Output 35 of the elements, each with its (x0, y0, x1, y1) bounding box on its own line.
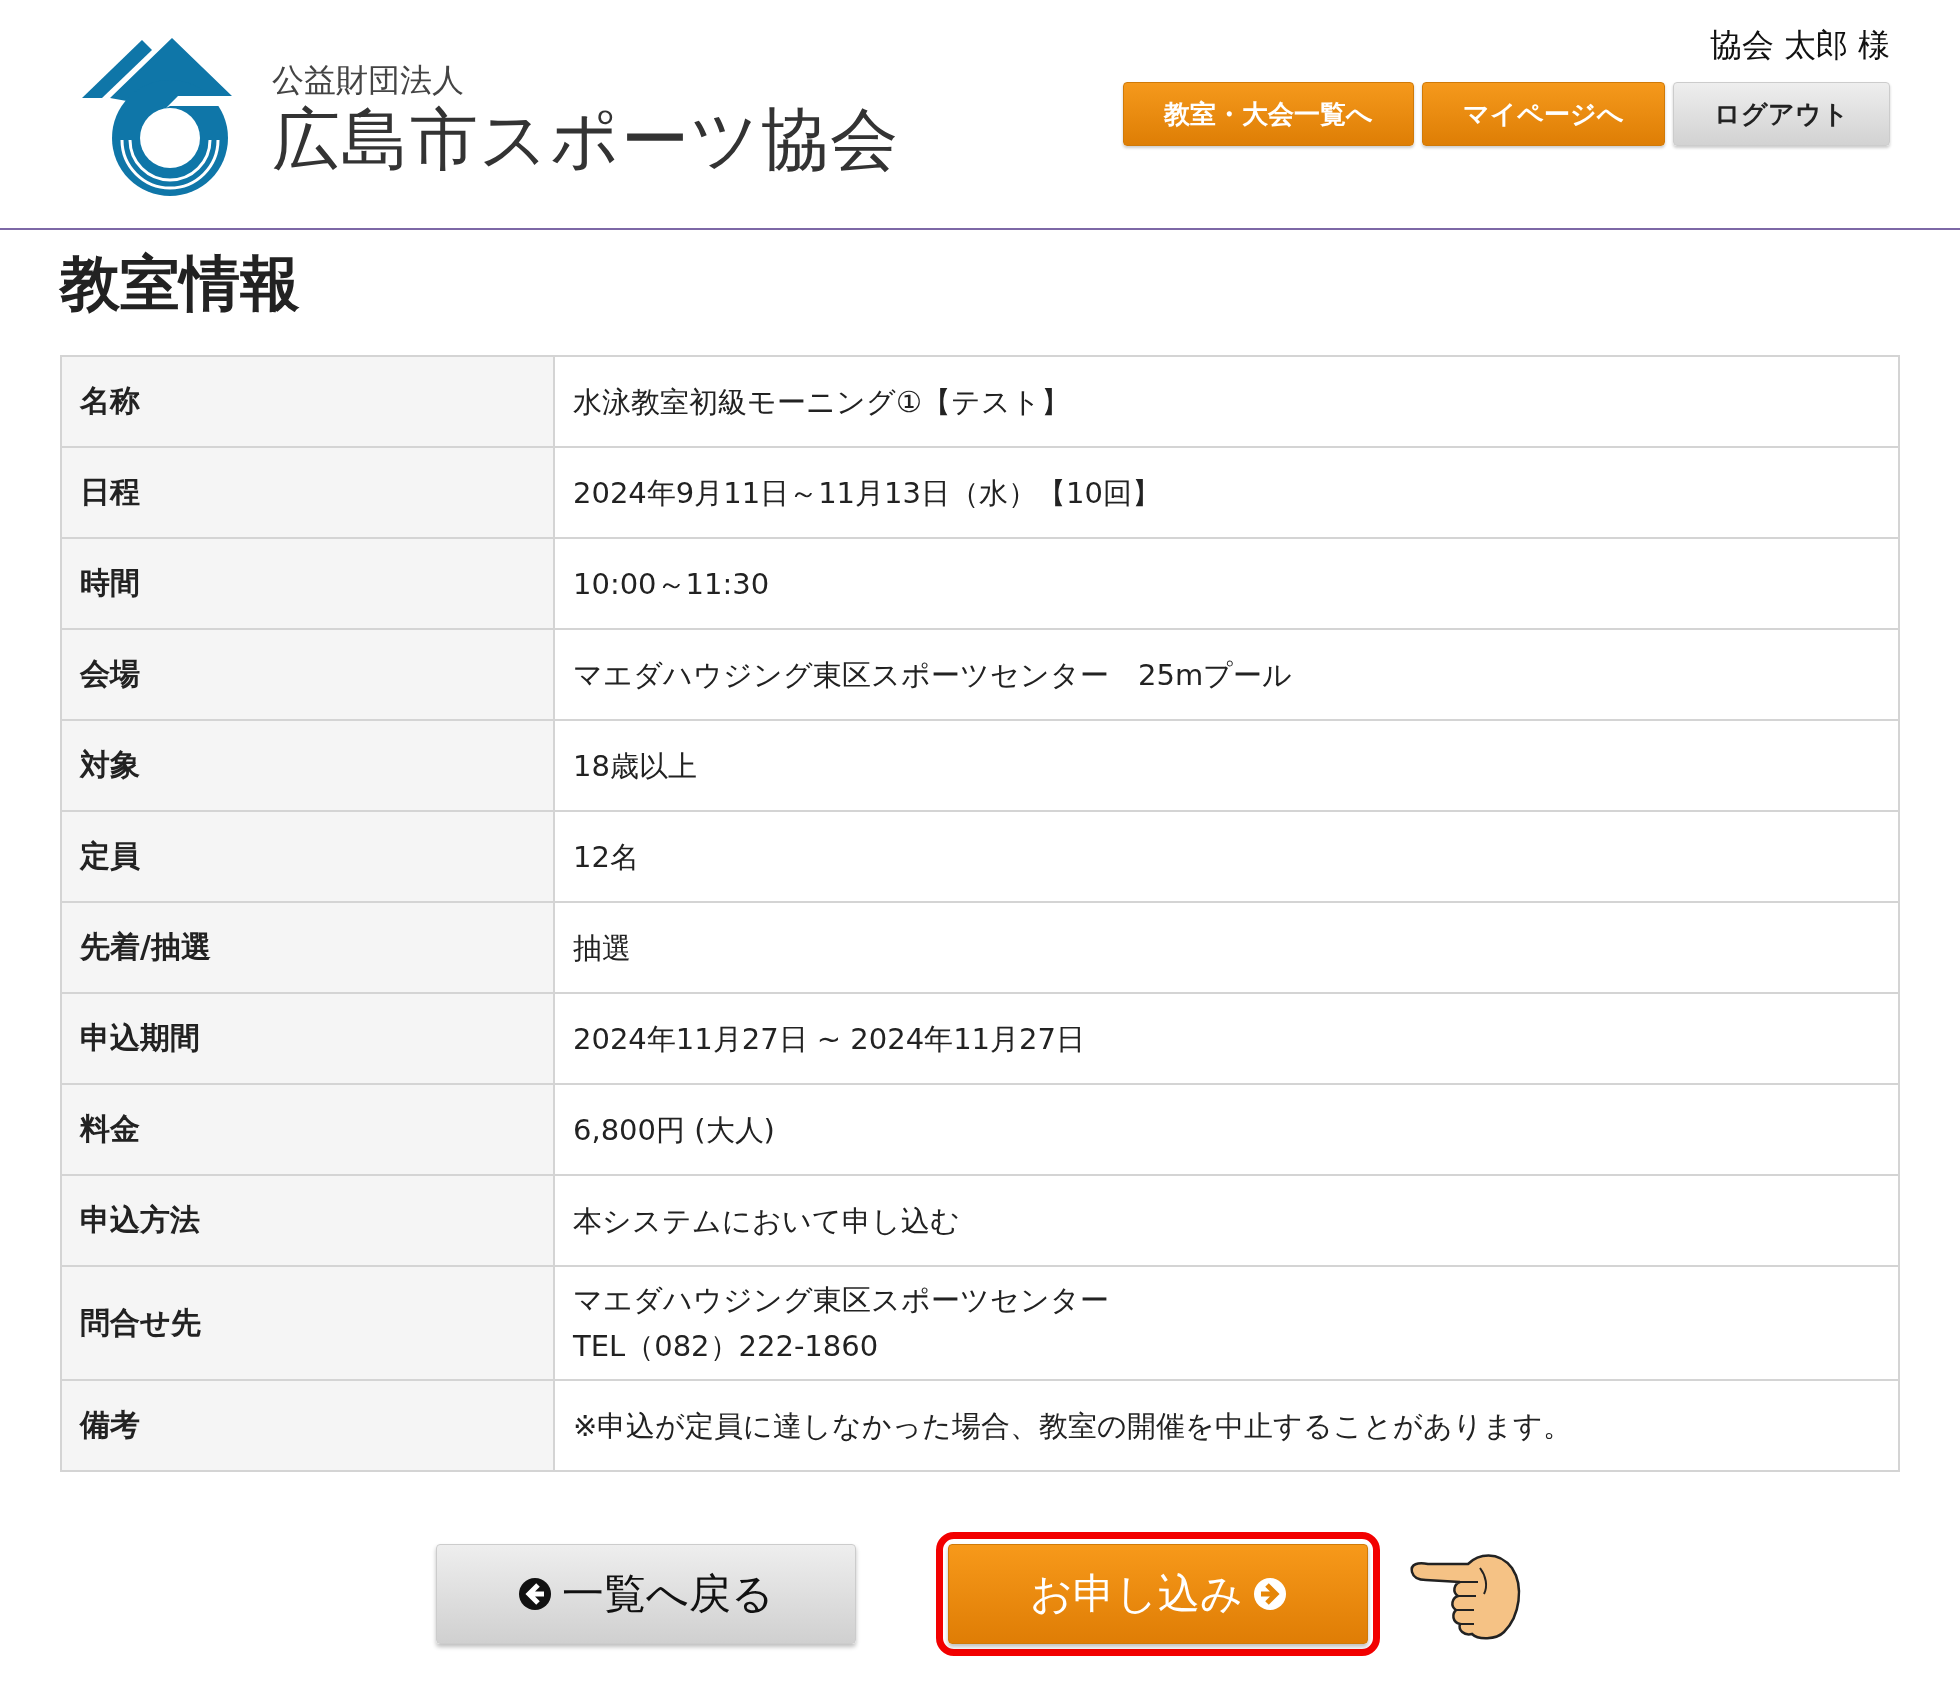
row-value: 12名 (554, 811, 1899, 902)
back-button[interactable]: 一覧へ戻る (436, 1544, 856, 1644)
row-label: 対象 (61, 720, 554, 811)
row-label: 申込期間 (61, 993, 554, 1084)
row-label: 日程 (61, 447, 554, 538)
nav-button[interactable]: マイページへ (1422, 82, 1665, 146)
row-label: 料金 (61, 1084, 554, 1175)
nav-button[interactable]: 教室・大会一覧へ (1123, 82, 1414, 146)
row-value: 2024年9月11日～11月13日（水）【10回】 (554, 447, 1899, 538)
row-value: マエダハウジング東区スポーツセンター TEL（082）222-1860 (554, 1266, 1899, 1380)
arrow-right-icon (1252, 1577, 1287, 1611)
row-label: 時間 (61, 538, 554, 629)
row-value: ※申込が定員に達しなかった場合、教室の開催を中止することがあります。 (554, 1380, 1899, 1471)
organization-type: 公益財団法人 (272, 59, 465, 101)
logout-button[interactable]: ログアウト (1673, 82, 1890, 146)
organization-name: 広島市スポーツ協会 (272, 102, 899, 178)
row-value: 18歳以上 (554, 720, 1899, 811)
row-value: 水泳教室初級モーニング①【テスト】 (554, 356, 1899, 447)
apply-button[interactable]: お申し込み (948, 1544, 1368, 1644)
page-title: 教室情報 (60, 247, 301, 320)
arrow-left-icon (518, 1577, 552, 1611)
row-label: 先着/抽選 (61, 902, 554, 993)
row-label: 会場 (61, 629, 554, 720)
row-label: 申込方法 (61, 1175, 554, 1266)
user-name: 協会 太郎 様 (1709, 25, 1890, 66)
row-label: 定員 (61, 811, 554, 902)
row-value: 抽選 (554, 902, 1899, 993)
row-value: 6,800円 (大人) (554, 1084, 1899, 1175)
row-label: 名称 (61, 356, 554, 447)
row-value: マエダハウジング東区スポーツセンター 25mプール (554, 629, 1899, 720)
row-value: 本システムにおいて申し込む (554, 1175, 1899, 1266)
row-value: 2024年11月27日 ~ 2024年11月27日 (554, 993, 1899, 1084)
row-label: 備考 (61, 1380, 554, 1471)
row-value: 10:00～11:30 (554, 538, 1899, 629)
row-label: 問合せ先 (61, 1266, 554, 1380)
